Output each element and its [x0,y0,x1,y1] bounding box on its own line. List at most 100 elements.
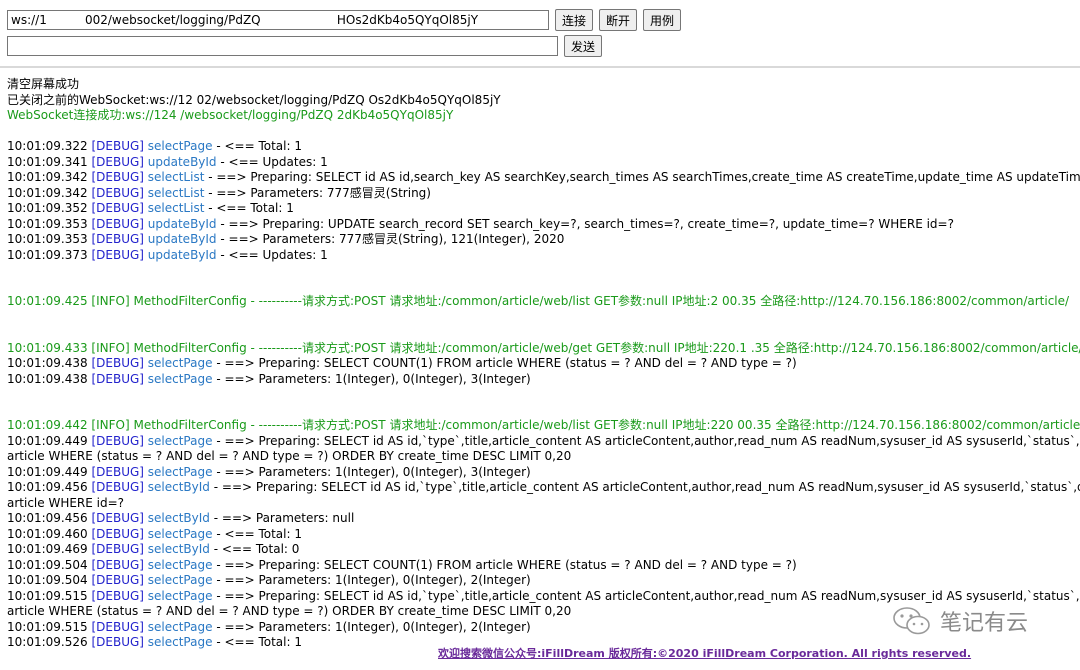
log-message: - ==> Parameters: 1(Integer), 0(Integer)… [212,619,531,634]
log-message: - ==> Preparing: SELECT COUNT(1) FROM ar… [212,356,797,370]
log-message: - ==> Parameters: 1(Integer), 0(Integer)… [212,371,531,386]
log-message: - <== Updates: 1 [216,154,328,169]
log-time: 10:01:09.469 [7,542,88,556]
log-level: [DEBUG] [91,573,144,587]
log-level: [DEBUG] [91,201,144,215]
log-time: 10:01:09.438 [7,356,88,370]
log-method: selectPage [147,557,213,572]
log-debug-line: 10:01:09.353 [DEBUG] updateById - ==> Pr… [7,217,1080,233]
log-message: - ==> Parameters: 1(Integer), 0(Integer)… [212,573,531,587]
message-input[interactable] [7,36,558,56]
log-message: - <== Total: 0 [209,542,300,556]
log-info-line: 10:01:09.425 [INFO] MethodFilterConfig -… [7,294,1070,308]
log-time: 10:01:09.342 [7,185,88,200]
log-time: 10:01:09.515 [7,588,88,603]
disconnect-button[interactable]: 断开 [599,9,638,31]
log-time: 10:01:09.373 [7,247,88,262]
log-spacer [7,124,1080,140]
log-debug-line: 10:01:09.342 [DEBUG] selectList - ==> Pr… [7,170,1080,186]
example-button[interactable]: 用例 [643,9,682,31]
log-debug-line: 10:01:09.456 [DEBUG] selectById - ==> Pr… [7,480,1080,496]
watermark: 笔记有云 [892,605,1028,637]
watermark-text: 笔记有云 [940,611,1029,636]
log-debug-line: 10:01:09.449 [DEBUG] selectPage - ==> Pr… [7,434,1080,450]
log-time: 10:01:09.438 [7,371,88,386]
log-level: [DEBUG] [91,511,144,525]
log-method: updateById [147,232,217,246]
footer-link[interactable]: 欢迎搜索微信公众号:iFillDream 版权所有:©2020 iFillDre… [438,645,971,661]
log-method: updateById [147,247,217,262]
log-lines: 10:01:09.322 [DEBUG] selectPage - <== To… [7,139,1080,651]
log-method: selectPage [147,588,213,603]
log-debug-line: 10:01:09.438 [DEBUG] selectPage - ==> Pa… [7,372,1080,388]
log-method: selectPage [147,635,213,649]
log-message: - <== Total: 1 [212,635,302,649]
log-message: - <== Updates: 1 [216,247,328,262]
log-time: 10:01:09.353 [7,216,88,231]
log-info-line: 10:01:09.433 [INFO] MethodFilterConfig -… [7,340,1080,355]
log-method: selectPage [147,139,213,153]
log-debug-line: 10:01:09.469 [DEBUG] selectById - <== To… [7,542,1080,558]
log-message: - ==> Preparing: UPDATE search_record SE… [216,216,954,231]
log-message: - <== Total: 1 [212,139,302,153]
log-blank-line [7,387,1080,403]
log-level: [DEBUG] [91,464,144,479]
log-method: selectList [147,185,205,200]
log-level: [DEBUG] [91,232,144,246]
log-method: selectPage [147,356,213,370]
connection-toolbar: 连接 断开 用例 发送 [7,9,1080,61]
log-method: updateById [147,154,217,169]
log-method: selectById [147,480,210,494]
log-message: - ==> Parameters: 1(Integer), 0(Integer)… [212,464,531,479]
log-blank-line [7,279,1080,295]
log-time: 10:01:09.515 [7,619,88,634]
log-level: [DEBUG] [91,619,144,634]
log-debug-line: 10:01:09.438 [DEBUG] selectPage - ==> Pr… [7,356,1080,372]
log-level: [DEBUG] [91,480,144,494]
log-time: 10:01:09.504 [7,573,88,587]
log-level: [DEBUG] [91,356,144,370]
log-level: [DEBUG] [91,557,144,572]
log-debug-line: 10:01:09.504 [DEBUG] selectPage - ==> Pr… [7,558,1080,574]
log-time: 10:01:09.342 [7,170,88,184]
log-time: 10:01:09.353 [7,232,88,246]
log-level: [DEBUG] [91,588,144,603]
log-method: selectPage [147,464,213,479]
divider [0,66,1080,68]
log-time: 10:01:09.352 [7,201,88,215]
log-debug-line: 10:01:09.353 [DEBUG] updateById - ==> Pa… [7,232,1080,248]
log-level: [DEBUG] [91,247,144,262]
status-closed: 已关闭之前的WebSocket:ws://12 02/websocket/log… [7,92,501,107]
connect-button[interactable]: 连接 [555,9,594,31]
status-connected: WebSocket连接成功:ws://124 /websocket/loggin… [7,108,454,122]
log-method: selectPage [147,573,213,587]
log-level: [DEBUG] [91,542,144,556]
log-level: [DEBUG] [91,216,144,231]
log-time: 10:01:09.456 [7,480,88,494]
log-time: 10:01:09.449 [7,433,88,448]
status-cleared: 清空屏幕成功 [7,77,80,91]
log-message: - ==> Preparing: SELECT COUNT(1) FROM ar… [212,557,797,572]
log-level: [DEBUG] [91,526,144,541]
send-button[interactable]: 发送 [564,35,603,57]
wechat-icon [893,607,930,635]
log-level: [DEBUG] [91,185,144,200]
log-level: [DEBUG] [91,154,144,169]
log-level: [DEBUG] [91,371,144,386]
websocket-url-input[interactable] [7,10,549,30]
url-row: 连接 断开 用例 [7,9,1080,31]
log-time: 10:01:09.460 [7,526,88,541]
log-level: [DEBUG] [91,139,144,153]
log-method: selectList [147,170,205,184]
log-level: [DEBUG] [91,433,144,448]
log-time: 10:01:09.526 [7,635,88,649]
log-continuation-line: article WHERE id=? [7,495,125,510]
log-level: [DEBUG] [91,170,144,184]
log-debug-line: 10:01:09.515 [DEBUG] selectPage - ==> Pr… [7,589,1080,605]
log-blank-line [7,325,1080,341]
log-debug-line: 10:01:09.341 [DEBUG] updateById - <== Up… [7,155,1080,171]
log-method: selectPage [147,433,213,448]
log-time: 10:01:09.322 [7,139,88,153]
log-level: [DEBUG] [91,635,144,649]
log-message: - ==> Parameters: 777感冒灵(String) [204,185,431,200]
